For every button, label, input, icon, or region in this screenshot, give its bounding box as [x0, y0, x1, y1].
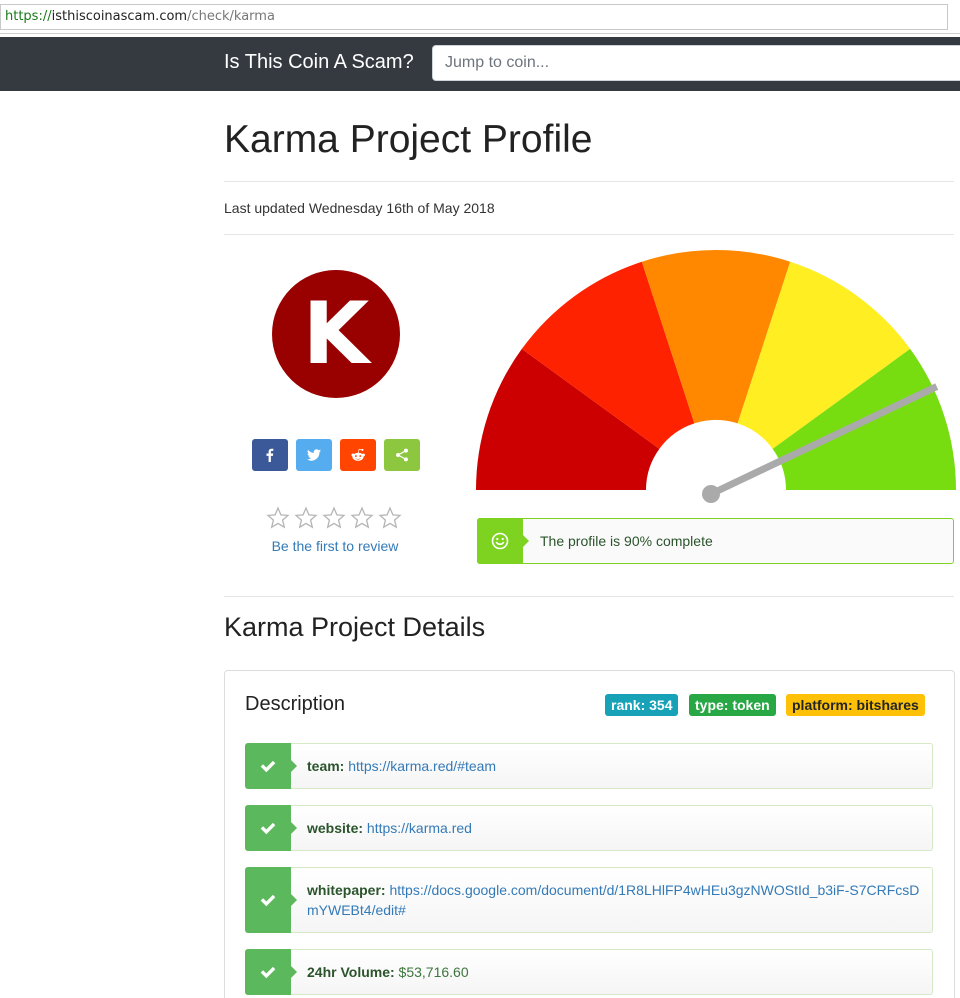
check-icon-box — [245, 949, 297, 995]
check-icon-box — [245, 743, 297, 789]
star-icon[interactable] — [294, 506, 318, 530]
star-rating — [266, 506, 402, 530]
rank-badge: rank: 354 — [605, 694, 679, 716]
whitepaper-link[interactable]: https://docs.google.com/document/d/1R8LH… — [307, 882, 919, 918]
browser-address-bar: https://isthiscoinascam.com/check/karma — [0, 0, 960, 34]
detail-item-body: whitepaper: https://docs.google.com/docu… — [307, 880, 922, 920]
detail-item-whitepaper: whitepaper: https://docs.google.com/docu… — [245, 867, 933, 933]
profile-complete-alert: The profile is 90% complete — [477, 518, 954, 564]
check-icon — [260, 966, 276, 979]
share-reddit-button[interactable] — [340, 439, 376, 471]
star-icon[interactable] — [350, 506, 374, 530]
detail-item-body: 24hr Volume: $53,716.60 — [307, 962, 922, 982]
twitter-icon — [307, 449, 321, 461]
check-icon-box — [245, 867, 297, 933]
star-icon[interactable] — [266, 506, 290, 530]
first-review-link[interactable]: Be the first to review — [224, 538, 446, 554]
platform-badge: platform: bitshares — [786, 694, 925, 716]
detail-item-body: website: https://karma.red — [307, 818, 922, 838]
coin-logo: K — [272, 270, 400, 398]
share-twitter-button[interactable] — [296, 439, 332, 471]
site-brand-link[interactable]: Is This Coin A Scam? — [224, 51, 414, 74]
smiley-icon — [491, 532, 509, 550]
reddit-icon — [351, 448, 365, 461]
team-link[interactable]: https://karma.red/#team — [348, 758, 496, 774]
check-icon — [260, 822, 276, 835]
volume-label: 24hr Volume: — [307, 964, 395, 980]
details-title: Karma Project Details — [224, 612, 486, 642]
check-icon-box — [245, 805, 297, 851]
check-icon — [260, 760, 276, 773]
website-label: website: — [307, 820, 364, 836]
volume-value: $53,716.60 — [398, 964, 469, 980]
star-icon[interactable] — [322, 506, 346, 530]
gauge-needle-hub — [702, 485, 720, 503]
divider — [224, 596, 954, 597]
coin-logo-letter: K — [302, 284, 370, 384]
url-field[interactable]: https://isthiscoinascam.com/check/karma — [0, 4, 948, 30]
star-icon[interactable] — [378, 506, 402, 530]
check-icon — [260, 894, 276, 907]
profile-status-icon-box — [477, 518, 529, 564]
detail-item-website: website: https://karma.red — [245, 805, 933, 851]
description-card: Description rank: 354 type: token platfo… — [224, 670, 955, 998]
divider — [224, 234, 954, 235]
url-path: /check/karma — [187, 9, 275, 24]
divider — [224, 181, 954, 182]
detail-item-team: team: https://karma.red/#team — [245, 743, 933, 789]
type-badge: type: token — [689, 694, 776, 716]
coin-search-input[interactable] — [432, 45, 960, 81]
website-link[interactable]: https://karma.red — [367, 820, 472, 836]
detail-item-volume: 24hr Volume: $53,716.60 — [245, 949, 933, 995]
top-navbar: Is This Coin A Scam? — [0, 37, 960, 91]
last-updated-text: Last updated Wednesday 16th of May 2018 — [224, 200, 495, 216]
url-host: isthiscoinascam.com — [51, 9, 188, 24]
share-generic-button[interactable] — [384, 439, 420, 471]
scam-score-gauge — [476, 250, 956, 503]
facebook-icon — [266, 448, 274, 462]
share-facebook-button[interactable] — [252, 439, 288, 471]
whitepaper-label: whitepaper: — [307, 882, 386, 898]
page-title: Karma Project Profile — [224, 118, 593, 161]
detail-item-body: team: https://karma.red/#team — [307, 756, 922, 776]
team-label: team: — [307, 758, 345, 774]
profile-complete-text: The profile is 90% complete — [540, 533, 713, 549]
share-icon — [396, 448, 408, 462]
url-scheme: https:// — [5, 9, 52, 24]
description-title: Description — [245, 693, 346, 715]
